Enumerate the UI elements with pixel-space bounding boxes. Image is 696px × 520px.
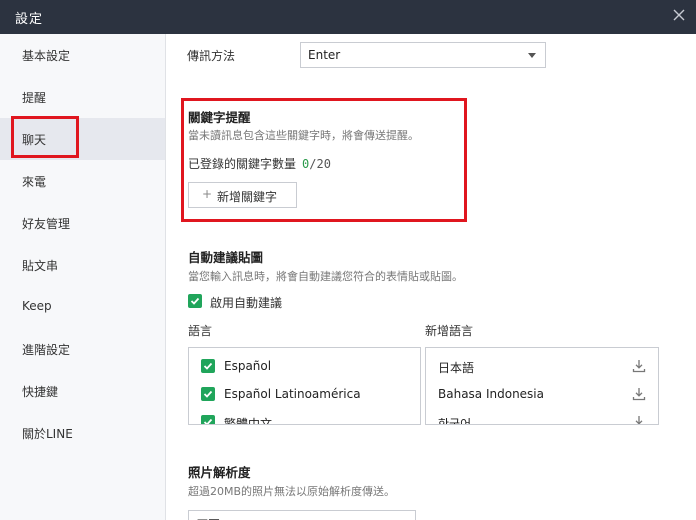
sidebar-item-label: 關於LINE: [22, 427, 73, 441]
language-checkbox[interactable]: [201, 415, 215, 424]
list-item: 日本語: [438, 361, 475, 375]
add-language-label: 新增語言: [425, 324, 474, 338]
send-method-select[interactable]: Enter: [300, 42, 546, 68]
chevron-down-icon: [528, 53, 536, 58]
sidebar-item-label: 基本設定: [22, 49, 71, 63]
available-languages-list[interactable]: 日本語 Bahasa Indonesia 한국어: [425, 347, 659, 425]
list-item: 한국어: [438, 417, 472, 425]
settings-sidebar: 基本設定 提醒 聊天 來電 好友管理 貼文串 Keep 進階設定 快捷鍵 關於L…: [0, 34, 166, 520]
sidebar-item-friends[interactable]: 好友管理: [0, 202, 165, 244]
language-checkbox[interactable]: [201, 387, 215, 401]
selected-languages-list[interactable]: Español Español Latinoamérica 繁體中文: [188, 347, 421, 425]
sticker-desc: 當您輸入訊息時，將會自動建議您符合的表情貼或貼圖。: [188, 270, 463, 283]
photo-title: 照片解析度: [188, 465, 251, 480]
download-icon[interactable]: [632, 359, 646, 373]
enable-suggest-label: 啟用自動建議: [210, 296, 283, 310]
enable-suggest-checkbox[interactable]: [188, 294, 202, 308]
sidebar-item-calls[interactable]: 來電: [0, 160, 165, 202]
settings-content: 傳訊方法 Enter 關鍵字提醒 當未讀訊息包含這些關鍵字時，將會傳送提醒。 已…: [167, 34, 696, 520]
sticker-title: 自動建議貼圖: [188, 250, 264, 265]
photo-resolution-value: 原圖: [196, 516, 220, 520]
sidebar-item-keep[interactable]: Keep: [0, 286, 165, 328]
sidebar-item-about[interactable]: 關於LINE: [0, 412, 165, 454]
sidebar-item-label: 進階設定: [22, 343, 71, 357]
sidebar-item-label: 貼文串: [22, 259, 59, 273]
sidebar-item-label: 快捷鍵: [22, 385, 59, 399]
download-icon[interactable]: [632, 387, 646, 401]
checkmark-icon: [190, 297, 200, 305]
window-title: 設定: [15, 12, 44, 27]
sidebar-item-advanced[interactable]: 進階設定: [0, 328, 165, 370]
list-item: Español Latinoamérica: [224, 387, 361, 401]
language-label: 語言: [188, 324, 213, 338]
list-item: Español: [224, 359, 272, 373]
close-icon[interactable]: [670, 6, 688, 24]
photo-resolution-select[interactable]: 原圖: [188, 510, 416, 520]
sidebar-item-shortcuts[interactable]: 快捷鍵: [0, 370, 165, 412]
sidebar-item-label: 好友管理: [22, 217, 71, 231]
send-method-label: 傳訊方法: [187, 49, 236, 63]
send-method-value: Enter: [308, 48, 341, 62]
highlight-box-keyword: [181, 98, 467, 222]
sidebar-item-timeline[interactable]: 貼文串: [0, 244, 165, 286]
sidebar-item-general[interactable]: 基本設定: [0, 34, 165, 76]
title-bar: 設定: [0, 0, 696, 34]
language-checkbox[interactable]: [201, 359, 215, 373]
list-item: Bahasa Indonesia: [438, 387, 544, 401]
photo-desc: 超過20MB的照片無法以原始解析度傳送。: [188, 485, 396, 498]
list-item: 繁體中文: [224, 417, 273, 425]
sidebar-item-label: 提醒: [22, 91, 47, 105]
sidebar-item-notifications[interactable]: 提醒: [0, 76, 165, 118]
highlight-box-chat: [11, 116, 79, 158]
sidebar-item-label: 來電: [22, 175, 47, 189]
sidebar-item-label: Keep: [22, 299, 52, 313]
download-icon[interactable]: [632, 415, 646, 424]
